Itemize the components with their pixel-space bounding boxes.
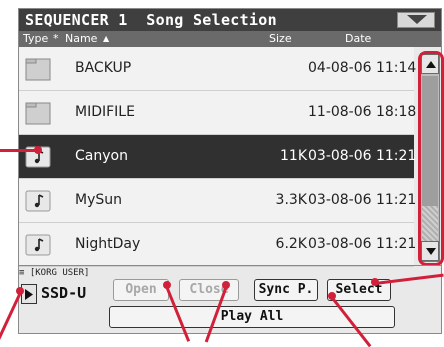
- file-date: 03-08-06 11:21: [308, 192, 417, 208]
- callout-line: [0, 149, 38, 152]
- folder-icon: [25, 102, 51, 125]
- file-name: MySun: [75, 192, 122, 208]
- callout-dot: [371, 278, 379, 286]
- file-date: 03-08-06 11:21: [308, 148, 417, 164]
- device-name: SSD-U: [41, 284, 87, 302]
- file-size: 6.2K: [275, 236, 307, 252]
- column-name[interactable]: Name: [65, 32, 97, 45]
- column-type[interactable]: Type: [23, 32, 48, 45]
- file-name: Canyon: [75, 148, 128, 164]
- callout-dot: [163, 281, 171, 289]
- chevron-down-icon: [407, 15, 427, 24]
- callout-dot: [16, 287, 24, 295]
- column-header: Type * Name ▲ Size Date: [19, 31, 441, 47]
- file-name: BACKUP: [75, 60, 132, 76]
- callout-dot: [222, 281, 230, 289]
- window-title: SEQUENCER 1 Song Selection: [25, 11, 277, 29]
- file-list: BACKUP 04-08-06 11:14 MIDIFILE 11-08-06 …: [19, 47, 417, 267]
- file-date: 04-08-06 11:14: [308, 60, 417, 76]
- play-arrow-icon: [25, 289, 33, 300]
- song-file-icon: [25, 234, 51, 256]
- title-bar: SEQUENCER 1 Song Selection: [19, 9, 441, 31]
- sort-marker: *: [53, 32, 59, 45]
- list-item[interactable]: MIDIFILE 11-08-06 18:18: [19, 91, 417, 135]
- list-item[interactable]: MySun 3.3K 03-08-06 11:21: [19, 179, 417, 223]
- file-date: 11-08-06 18:18: [308, 104, 417, 120]
- sort-ascending-icon: ▲: [103, 34, 110, 43]
- sync-button[interactable]: Sync P.: [254, 279, 318, 301]
- column-date[interactable]: Date: [345, 32, 371, 45]
- column-size[interactable]: Size: [269, 32, 292, 45]
- page-menu-button[interactable]: [397, 12, 435, 28]
- list-item[interactable]: NightDay 6.2K 03-08-06 11:21: [19, 223, 417, 267]
- close-button[interactable]: Close: [179, 279, 239, 301]
- file-name: MIDIFILE: [75, 104, 135, 120]
- song-selection-window: SEQUENCER 1 Song Selection Type * Name ▲…: [18, 8, 444, 334]
- file-name: NightDay: [75, 236, 141, 252]
- current-path: ≡ [KORG USER]: [19, 268, 90, 278]
- file-date: 03-08-06 11:21: [308, 236, 417, 252]
- list-item-selected[interactable]: Canyon 11K 03-08-06 11:21: [19, 135, 417, 179]
- divider: [19, 265, 441, 266]
- folder-icon: [25, 58, 51, 81]
- device-menu-button[interactable]: [21, 284, 37, 304]
- song-file-icon: [25, 190, 51, 212]
- open-button[interactable]: Open: [113, 279, 169, 301]
- callout-dot: [34, 146, 42, 154]
- callout-dot: [328, 292, 336, 300]
- file-size: 3.3K: [275, 192, 307, 208]
- file-size: 11K: [280, 148, 307, 164]
- list-item[interactable]: BACKUP 04-08-06 11:14: [19, 47, 417, 91]
- scrollbar-callout-ring: [418, 51, 444, 266]
